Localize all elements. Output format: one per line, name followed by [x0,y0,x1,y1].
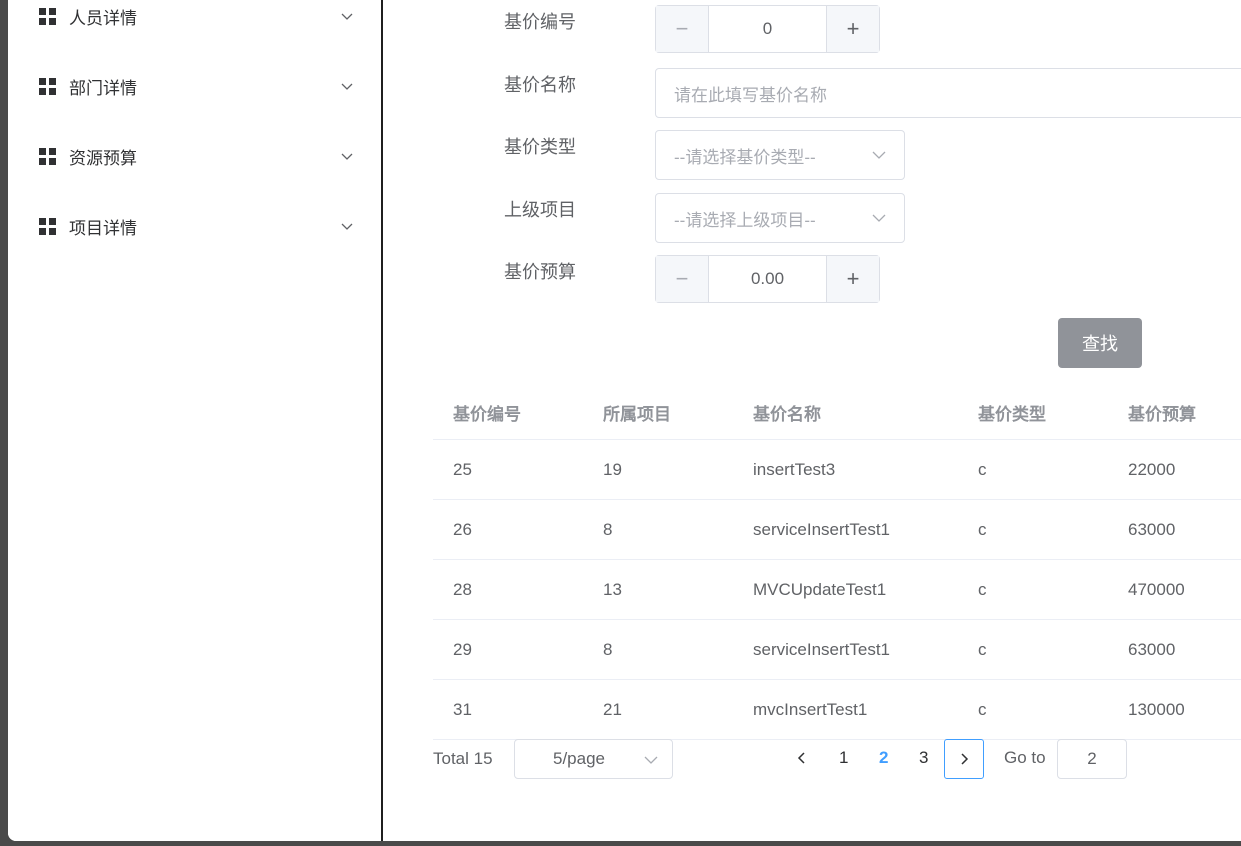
sidebar-item-personnel[interactable]: 人员详情 [8,0,381,36]
chevron-down-icon [872,151,886,159]
table-cell: 31 [453,700,472,719]
table-row[interactable]: 25 19 insertTest3 c 22000 [433,440,1241,500]
page-size-value: 5/page [553,749,605,768]
column-header[interactable]: 基价编号 [453,400,521,425]
table-cell: c [978,520,987,539]
chevron-left-icon[interactable] [793,750,809,766]
table-cell: c [978,640,987,659]
total-count: Total 15 [433,749,493,768]
type-select[interactable]: --请选择基价类型-- [655,130,905,180]
next-page-button[interactable] [944,739,984,779]
sidebar-item-label: 人员详情 [69,8,137,28]
table-cell: 13 [603,580,622,599]
goto-input[interactable]: 2 [1057,739,1127,779]
table-cell: 29 [453,640,472,659]
table-cell: c [978,460,987,479]
table-cell: 8 [603,520,613,539]
table-cell: 130000 [1128,700,1185,719]
grid-icon [39,217,56,235]
table-cell: 63000 [1128,640,1176,659]
name-label: 基价名称 [504,75,576,95]
sidebar-item-resource-budget[interactable]: 资源预算 [8,136,381,176]
budget-stepper: − 0.00 + [655,255,880,303]
type-select-placeholder: --请选择基价类型-- [674,147,816,167]
parent-select-placeholder: --请选择上级项目-- [674,210,816,230]
table-cell: 28 [453,580,472,599]
column-header[interactable]: 所属项目 [603,400,671,425]
column-header[interactable]: 基价预算 [1128,400,1196,425]
search-button[interactable]: 查找 [1058,318,1142,368]
id-label: 基价编号 [504,12,576,32]
table-cell: 63000 [1128,520,1176,539]
increment-button[interactable]: + [826,6,879,52]
page-1[interactable]: 1 [839,748,848,768]
sidebar: 人员详情 部门详情 资源预算 项目详情 [8,0,383,841]
budget-stepper-value[interactable]: 0.00 [709,256,826,302]
sidebar-item-label: 部门详情 [69,78,137,98]
budget-label: 基价预算 [504,262,576,282]
app-window: 人员详情 部门详情 资源预算 项目详情 基价编号 − 0 + 基价名称 请在此填… [8,0,1241,841]
page-2[interactable]: 2 [879,748,888,768]
column-header[interactable]: 基价类型 [978,400,1046,425]
data-table: 基价编号 所属项目 基价名称 基价类型 基价预算 25 19 insertTes… [433,380,1241,740]
chevron-down-icon [341,13,353,20]
table-cell: mvcInsertTest1 [753,700,868,719]
parent-select[interactable]: --请选择上级项目-- [655,193,905,243]
table-cell: c [978,580,987,599]
grid-icon [39,7,56,25]
chevron-right-icon [961,753,969,765]
chevron-down-icon [341,223,353,230]
table-header: 基价编号 所属项目 基价名称 基价类型 基价预算 [433,380,1241,440]
pagination: Total 15 5/page 1 2 3 Go to 2 [433,738,1241,780]
table-row[interactable]: 26 8 serviceInsertTest1 c 63000 [433,500,1241,560]
name-input[interactable]: 请在此填写基价名称 [655,68,1241,118]
goto-label: Go to [1004,748,1046,767]
page-3[interactable]: 3 [919,748,928,768]
table-cell: 25 [453,460,472,479]
table-cell: 22000 [1128,460,1176,479]
sidebar-item-label: 项目详情 [69,218,137,238]
table-cell: serviceInsertTest1 [753,520,890,539]
sidebar-item-departments[interactable]: 部门详情 [8,66,381,106]
chevron-down-icon [872,214,886,222]
parent-label: 上级项目 [504,200,576,220]
main-content: 基价编号 − 0 + 基价名称 请在此填写基价名称 基价类型 --请选择基价类型… [383,0,1241,841]
table-cell: MVCUpdateTest1 [753,580,887,599]
id-stepper: − 0 + [655,5,880,53]
table-row[interactable]: 28 13 MVCUpdateTest1 c 470000 [433,560,1241,620]
grid-icon [39,147,56,165]
table-cell: 19 [603,460,622,479]
chevron-down-icon [341,153,353,160]
chevron-down-icon [644,756,658,764]
sidebar-item-projects[interactable]: 项目详情 [8,206,381,246]
decrement-button[interactable]: − [656,6,709,52]
table-cell: serviceInsertTest1 [753,640,890,659]
sidebar-item-label: 资源预算 [69,148,137,168]
table-cell: 21 [603,700,622,719]
grid-icon [39,77,56,95]
table-cell: c [978,700,987,719]
table-row[interactable]: 29 8 serviceInsertTest1 c 63000 [433,620,1241,680]
table-cell: 8 [603,640,613,659]
id-stepper-value[interactable]: 0 [709,6,826,52]
increment-button[interactable]: + [826,256,879,302]
table-row[interactable]: 31 21 mvcInsertTest1 c 130000 [433,680,1241,740]
table-cell: 26 [453,520,472,539]
type-label: 基价类型 [504,137,576,157]
decrement-button[interactable]: − [656,256,709,302]
column-header[interactable]: 基价名称 [753,400,821,425]
chevron-down-icon [341,83,353,90]
page-size-select[interactable]: 5/page [514,739,673,779]
table-cell: insertTest3 [753,460,836,479]
table-cell: 470000 [1128,580,1185,599]
